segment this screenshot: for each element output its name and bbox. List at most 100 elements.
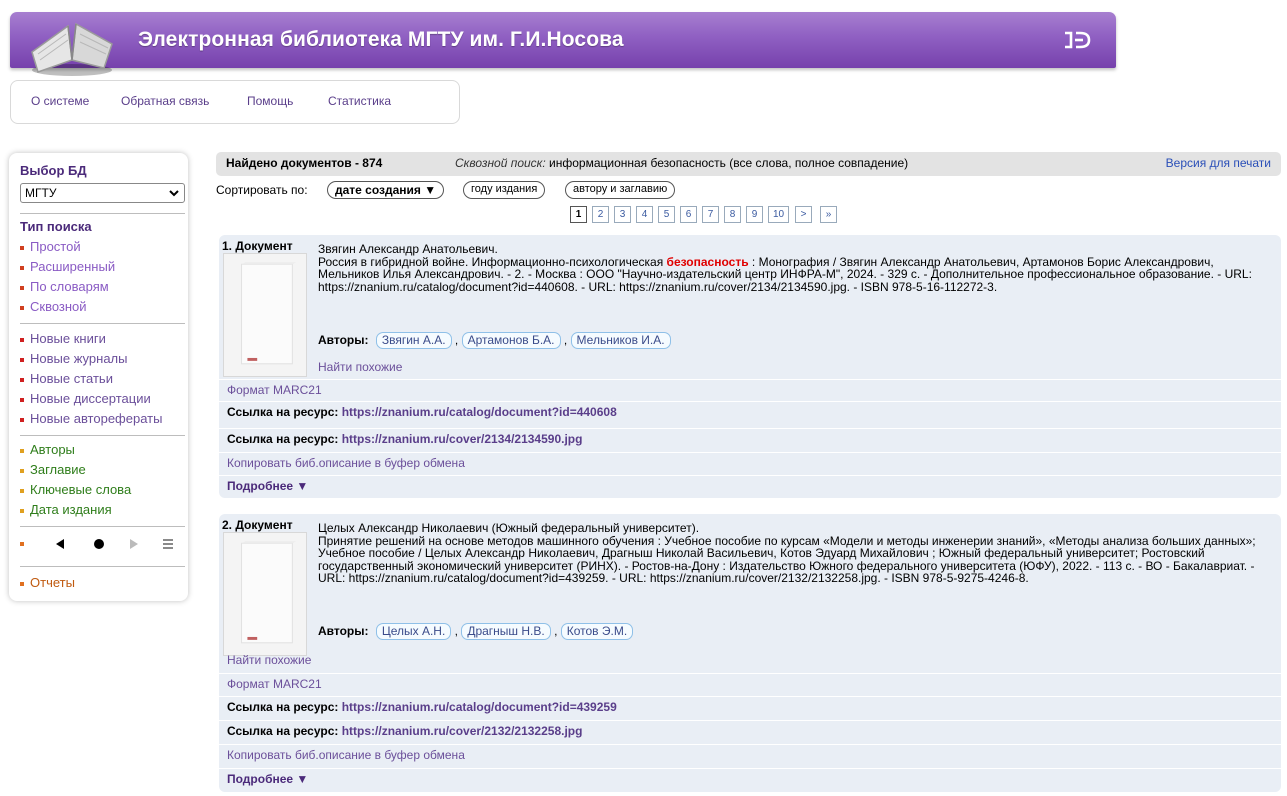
page-button[interactable]: 4	[636, 206, 653, 223]
sidebar-item-keywords[interactable]: Ключевые слова	[20, 482, 131, 497]
sidebar-item-dictionary-search[interactable]: По словарям	[20, 279, 109, 294]
site-header: Электронная библиотека МГТУ им. Г.И.Носо…	[10, 12, 1116, 76]
top-navigation: О системе Обратная связь Помощь Статисти…	[10, 80, 460, 124]
author-link[interactable]: Артамонов Б.А.	[461, 332, 561, 349]
page-button[interactable]: 1	[570, 206, 587, 223]
bullet-icon	[20, 397, 24, 402]
menu-icon[interactable]	[163, 539, 173, 549]
sidebar-divider	[20, 435, 185, 436]
author-link[interactable]: Драгныш Н.В.	[461, 623, 551, 640]
db-select-value: МГТУ	[25, 186, 57, 200]
sort-label: Сортировать по:	[216, 183, 308, 197]
bullet-icon	[20, 581, 24, 586]
bullet-icon	[20, 468, 24, 473]
page-button[interactable]: 8	[724, 206, 741, 223]
author-link[interactable]: Мельников И.А.	[570, 332, 671, 349]
page-button[interactable]: 6	[680, 206, 697, 223]
sidebar-item-through-search[interactable]: Сквозной	[20, 299, 87, 314]
next-icon[interactable]	[130, 539, 138, 549]
open-book-icon	[31, 22, 113, 76]
document-bib-text: Принятие решений на основе методов машин…	[318, 533, 1256, 585]
sort-by-year-button[interactable]: году издания	[463, 181, 546, 199]
chevron-down-icon	[169, 190, 179, 197]
bullet-icon	[20, 377, 24, 382]
search-query-text: информационная безопасность (все слова, …	[549, 156, 909, 170]
next-page-button[interactable]: >	[795, 206, 812, 223]
book-cover-image[interactable]	[223, 253, 307, 377]
sidebar-item-extended-search[interactable]: Расширенный	[20, 259, 115, 274]
nav-about-link[interactable]: О системе	[31, 94, 89, 108]
author-link[interactable]: Звягин А.А.	[375, 332, 452, 349]
sidebar-item-simple-search[interactable]: Простой	[20, 239, 81, 254]
document-bib-text: Россия в гибридной войне. Информационно-…	[318, 254, 1252, 294]
sidebar-item-authors[interactable]: Авторы	[20, 442, 75, 457]
ib-logo-icon	[1065, 31, 1091, 49]
sidebar-item-new-abstracts[interactable]: Новые авторефераты	[20, 411, 162, 426]
find-similar-link[interactable]: Найти похожие	[318, 360, 402, 374]
authors-label: Авторы:	[318, 333, 369, 347]
page-button[interactable]: 3	[614, 206, 631, 223]
page-button[interactable]: 5	[658, 206, 675, 223]
sort-by-date-button[interactable]: дате создания ▼	[327, 181, 445, 199]
sidebar-item-reports[interactable]: Отчеты	[20, 575, 75, 590]
nav-help-link[interactable]: Помощь	[247, 94, 293, 108]
sort-by-author-button[interactable]: автору и заглавию	[565, 181, 676, 199]
copy-citation-link[interactable]: Копировать биб.описание в буфер обмена	[219, 452, 1281, 473]
sidebar-item-titles[interactable]: Заглавие	[20, 462, 86, 477]
search-mode-label: Сквозной поиск:	[455, 156, 546, 170]
sidebar-divider	[20, 526, 185, 527]
resource-url-link[interactable]: https://znanium.ru/catalog/document?id=4…	[342, 405, 617, 419]
stop-icon[interactable]	[94, 539, 104, 549]
search-type-label: Тип поиска	[20, 219, 92, 234]
search-query-summary: Сквозной поиск: информационная безопасно…	[455, 156, 908, 170]
marc-format-link[interactable]: Формат MARC21	[219, 379, 1281, 400]
document-card: 2. Документ Целых Александр Николаевич (…	[219, 514, 1281, 792]
nav-feedback-link[interactable]: Обратная связь	[121, 94, 209, 108]
sidebar-item-new-dissertations[interactable]: Новые диссертации	[20, 391, 151, 406]
marc-format-link[interactable]: Формат MARC21	[219, 673, 1281, 694]
resource-link-row: Ссылка на ресурс: https://znanium.ru/cat…	[219, 696, 1281, 717]
author-link[interactable]: Котов Э.М.	[560, 623, 634, 640]
previous-icon[interactable]	[56, 539, 64, 549]
page-button[interactable]: 7	[702, 206, 719, 223]
bullet-icon	[20, 448, 24, 453]
copy-citation-link[interactable]: Копировать биб.описание в буфер обмена	[219, 744, 1281, 765]
document-description: Целых Александр Николаевич (Южный федера…	[318, 522, 1268, 585]
authors-list: Авторы: Целых А.Н. , Драгныш Н.В. , Кото…	[318, 623, 634, 640]
bullet-icon	[20, 265, 24, 270]
nav-statistics-link[interactable]: Статистика	[328, 94, 391, 108]
print-version-link[interactable]: Версия для печати	[1166, 156, 1271, 170]
book-cover-image[interactable]	[223, 532, 307, 656]
find-similar-link[interactable]: Найти похожие	[227, 653, 311, 667]
bullet-icon	[20, 285, 24, 290]
sidebar-divider	[20, 566, 185, 567]
author-link[interactable]: Целых А.Н.	[375, 623, 452, 640]
bullet-icon	[20, 417, 24, 422]
more-details-toggle[interactable]: Подробнее ▼	[219, 768, 1281, 789]
page-button[interactable]: 9	[746, 206, 763, 223]
bullet-icon	[20, 357, 24, 362]
site-title: Электронная библиотека МГТУ им. Г.И.Носо…	[138, 28, 624, 51]
page-button[interactable]: 10	[768, 206, 790, 223]
resource-link-row: Ссылка на ресурс: https://znanium.ru/cov…	[219, 720, 1281, 741]
sidebar-item-new-articles[interactable]: Новые статьи	[20, 371, 113, 386]
resource-link-row: Ссылка на ресурс: https://znanium.ru/cat…	[219, 401, 1281, 422]
authors-label: Авторы:	[318, 624, 369, 638]
resource-url-link[interactable]: https://znanium.ru/cover/2134/2134590.jp…	[342, 432, 583, 446]
page-button[interactable]: 2	[592, 206, 609, 223]
resource-url-link[interactable]: https://znanium.ru/cover/2132/2132258.jp…	[342, 724, 583, 738]
sidebar: Выбор БД МГТУ Тип поиска Простой Расшире…	[9, 153, 188, 601]
resource-url-link[interactable]: https://znanium.ru/catalog/document?id=4…	[342, 700, 617, 714]
more-details-toggle[interactable]: Подробнее ▼	[219, 475, 1281, 496]
bullet-icon	[20, 305, 24, 310]
sidebar-item-new-journals[interactable]: Новые журналы	[20, 351, 127, 366]
document-number: 2. Документ	[222, 518, 293, 532]
last-page-button[interactable]: »	[820, 206, 837, 223]
sidebar-item-publish-date[interactable]: Дата издания	[20, 502, 112, 517]
db-select[interactable]: МГТУ	[20, 183, 185, 203]
db-select-label: Выбор БД	[20, 163, 87, 178]
sidebar-item-new-books[interactable]: Новые книги	[20, 331, 106, 346]
player-controls	[20, 539, 173, 549]
resource-link-row: Ссылка на ресурс: https://znanium.ru/cov…	[219, 428, 1281, 449]
results-summary-bar: Найдено документов - 874 Сквозной поиск:…	[216, 152, 1281, 176]
